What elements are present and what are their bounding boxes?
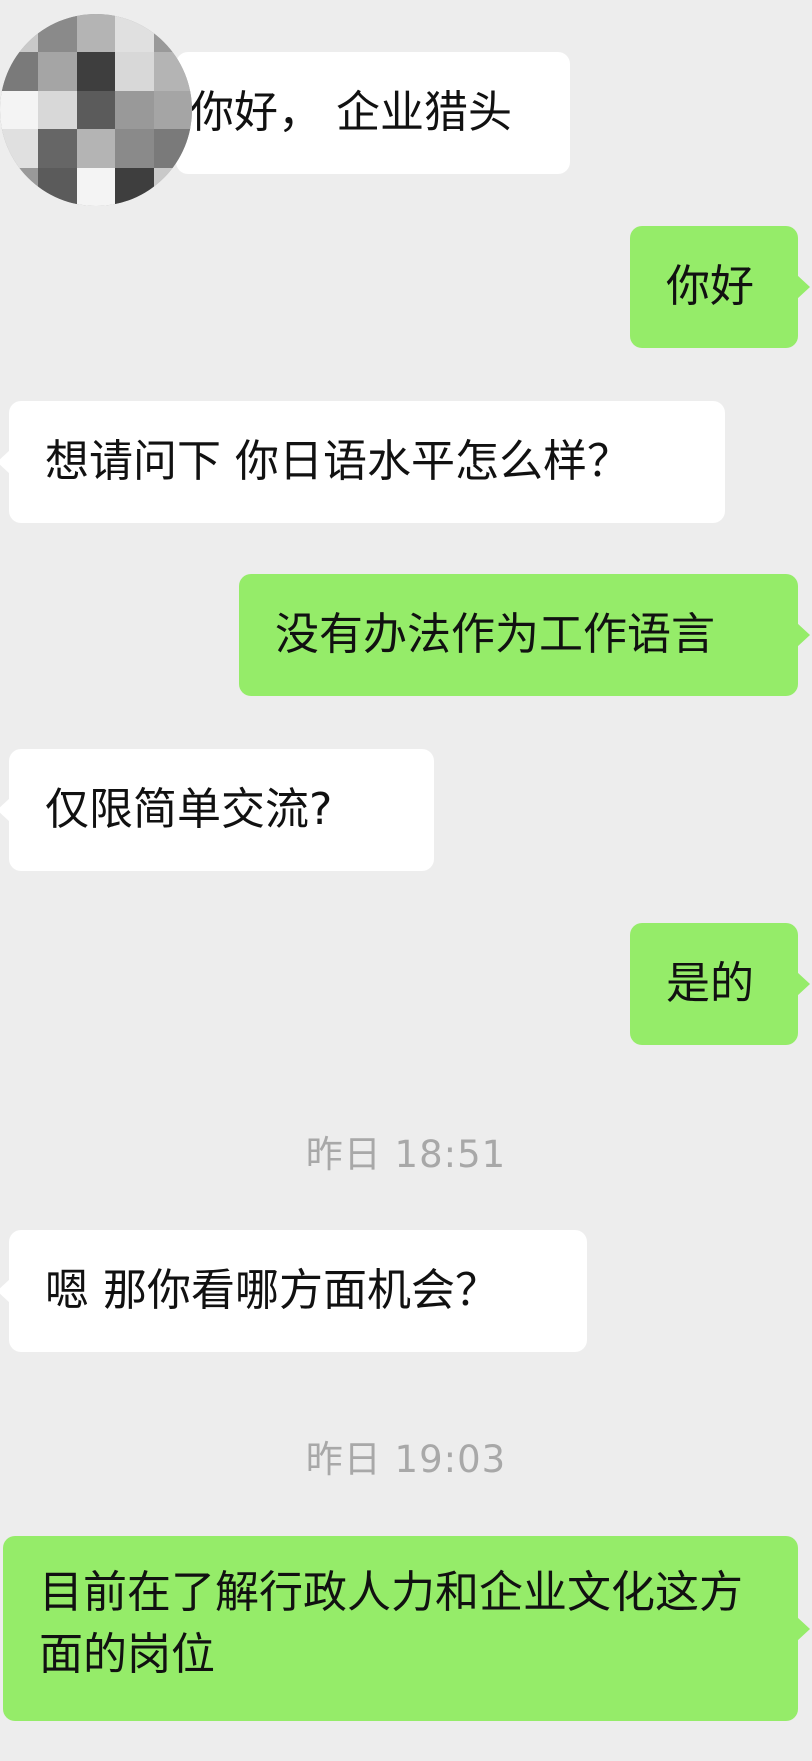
message-text: 你好， 企业猎头 — [190, 87, 512, 138]
message-text: 目前在了解行政人力和企业文化这方面的岗位 — [39, 1567, 743, 1680]
message-bubble-outgoing[interactable]: 目前在了解行政人力和企业文化这方面的岗位 — [3, 1536, 810, 1721]
message-bubble-incoming[interactable]: 仅限简单交流? — [0, 749, 434, 871]
timestamp: 昨日 18:51 — [305, 1133, 507, 1176]
message-text: 嗯 那你看哪方面机会？ — [45, 1265, 499, 1316]
message-bubble-incoming[interactable]: 嗯 那你看哪方面机会？ — [0, 1230, 587, 1352]
message-text: 没有办法作为工作语言 — [275, 609, 715, 660]
timestamp: 昨日 19:03 — [305, 1438, 507, 1481]
message-text: 想请问下 你日语水平怎么样？ — [45, 436, 631, 487]
message-bubble-outgoing[interactable]: 是的 — [630, 923, 810, 1045]
message-text: 是的 — [666, 958, 754, 1009]
message-bubble-incoming[interactable]: 想请问下 你日语水平怎么样？ — [0, 401, 725, 523]
pixelated-avatar-icon[interactable] — [0, 14, 192, 206]
message-text: 你好 — [666, 261, 754, 312]
message-text: 仅限简单交流? — [45, 784, 333, 835]
chat-conversation: 你好， 企业猎头 你好 想请问下 你日语水平怎么样？ 没有办法作为工作语言 仅限… — [0, 0, 812, 1761]
message-bubble-outgoing[interactable]: 没有办法作为工作语言 — [239, 574, 810, 696]
message-bubble-incoming[interactable]: 你好， 企业猎头 — [164, 52, 570, 174]
message-bubble-outgoing[interactable]: 你好 — [630, 226, 810, 348]
